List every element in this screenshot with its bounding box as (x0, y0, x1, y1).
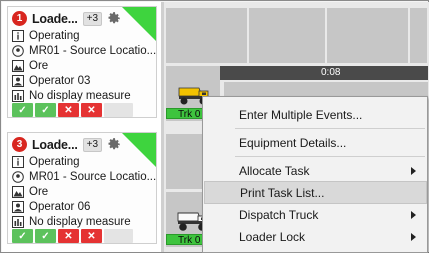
menu-separator (235, 156, 425, 157)
truck-label[interactable]: Trk 0 (166, 108, 204, 119)
menu-item-enter-multiple-events[interactable]: Enter Multiple Events... (204, 103, 427, 126)
menu-item-loader-lock[interactable]: Loader Lock (204, 225, 427, 248)
map-block[interactable] (166, 134, 202, 189)
material-row: Ore (12, 58, 48, 73)
location-row: MR01 - Source Locatio... (12, 169, 156, 184)
card-header: 1 Loade... +3 (12, 10, 121, 27)
alert-count-badge[interactable]: 1 (12, 11, 27, 26)
alert-count-badge[interactable]: 3 (12, 137, 27, 152)
location-text: MR01 - Source Locatio... (29, 44, 157, 57)
status-flag (122, 133, 156, 167)
empty-button-slot (104, 103, 133, 117)
state-row: Operating (12, 28, 80, 43)
bar-chart-icon (12, 215, 24, 228)
extra-count-badge[interactable]: +3 (82, 137, 103, 152)
location-pin-icon (12, 44, 24, 57)
status-flag (122, 7, 156, 41)
operator-row: Operator 03 (12, 73, 90, 88)
measure-text: No display measure (29, 89, 131, 102)
info-icon (12, 155, 24, 168)
reject-button[interactable]: ✕ (58, 229, 79, 243)
bar-chart-icon (12, 89, 24, 102)
submenu-arrow-icon (411, 210, 416, 219)
material-icon (12, 59, 24, 72)
accept-button[interactable]: ✓ (12, 229, 33, 243)
queue-timer: 0:08 (321, 67, 341, 78)
menu-item-equipment-details[interactable]: Equipment Details... (204, 131, 427, 154)
map-block[interactable] (327, 8, 408, 63)
material-text: Ore (29, 185, 49, 198)
material-icon (12, 185, 24, 198)
location-text: MR01 - Source Locatio... (29, 170, 157, 183)
menu-item-label: Dispatch Truck (239, 207, 319, 222)
menu-item-label: Enter Multiple Events... (239, 107, 363, 122)
map-block[interactable] (166, 8, 247, 63)
menu-item-label: Equipment Details... (239, 135, 347, 150)
measure-row: No display measure (12, 88, 131, 103)
accept-button[interactable]: ✓ (35, 229, 56, 243)
state-text: Operating (29, 29, 80, 42)
reject-button[interactable]: ✕ (81, 229, 102, 243)
card-header: 3 Loade... +3 (12, 136, 121, 153)
action-buttons: ✓ ✓ ✕ ✕ (12, 229, 135, 243)
accept-button[interactable]: ✓ (35, 103, 56, 117)
loader-card[interactable]: 3 Loade... +3 Operating MR01 - Source Lo… (7, 132, 157, 244)
loader-name: Loade... (32, 11, 78, 26)
action-buttons: ✓ ✓ ✕ ✕ (12, 103, 135, 117)
extra-count-badge[interactable]: +3 (82, 11, 103, 26)
measure-text: No display measure (29, 215, 131, 228)
menu-item-label: Print Task List... (240, 185, 325, 200)
menu-item-label: Loader Lock (239, 229, 306, 244)
accept-button[interactable]: ✓ (12, 103, 33, 117)
state-row: Operating (12, 154, 80, 169)
operator-text: Operator 06 (29, 200, 91, 213)
measure-row: No display measure (12, 214, 131, 229)
menu-item-print-task-list[interactable]: Print Task List... (204, 181, 427, 204)
operator-row: Operator 06 (12, 199, 90, 214)
loader-card[interactable]: 1 Loade... +3 Operating MR01 - Source Lo… (7, 6, 157, 118)
info-icon (12, 29, 24, 42)
location-row: MR01 - Source Locatio... (12, 43, 156, 58)
truck-label[interactable]: Trk 0 (166, 234, 204, 245)
reject-button[interactable]: ✕ (58, 103, 79, 117)
map-block[interactable] (410, 8, 427, 63)
menu-item-label: Allocate Task (239, 163, 310, 178)
gear-icon[interactable] (108, 12, 121, 25)
operator-icon (12, 74, 24, 87)
operator-icon (12, 200, 24, 213)
material-row: Ore (12, 184, 48, 199)
empty-button-slot (104, 229, 133, 243)
menu-separator (235, 128, 425, 129)
reject-button[interactable]: ✕ (81, 103, 102, 117)
loader-list-pane[interactable]: 1 Loade... +3 Operating MR01 - Source Lo… (2, 2, 161, 252)
state-text: Operating (29, 155, 80, 168)
context-menu: Enter Multiple Events... Equipment Detai… (202, 96, 428, 253)
operator-text: Operator 03 (29, 74, 91, 87)
loader-name: Loade... (32, 137, 78, 152)
menu-item-dispatch-truck[interactable]: Dispatch Truck (204, 203, 427, 226)
gear-icon[interactable] (108, 138, 121, 151)
location-pin-icon (12, 170, 24, 183)
submenu-arrow-icon (411, 232, 416, 241)
map-block[interactable] (249, 8, 325, 63)
menu-item-allocate-task[interactable]: Allocate Task (204, 159, 427, 182)
submenu-arrow-icon (411, 166, 416, 175)
material-text: Ore (29, 59, 49, 72)
